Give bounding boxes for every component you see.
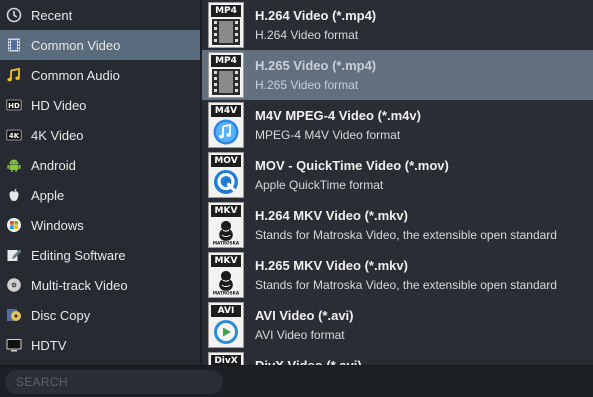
svg-text:MATROSKA: MATROSKA — [213, 291, 240, 296]
tv-icon — [6, 337, 22, 353]
format-icon: AVI — [208, 302, 244, 348]
hd-icon: HD — [6, 97, 22, 113]
format-item[interactable]: MKV MATROSKA H.265 MKV Video (*.mkv) Stands… — [202, 250, 593, 300]
format-title: H.265 Video (*.mp4) — [255, 58, 377, 73]
sidebar-item-label: Apple — [31, 187, 65, 203]
format-description: Apple QuickTime format — [255, 178, 384, 192]
format-description: H.265 Video format — [255, 78, 359, 92]
format-tag: MKV — [211, 205, 241, 217]
format-description: Stands for Matroska Video, the extensibl… — [255, 228, 557, 242]
sidebar-item-windows[interactable]: Windows — [0, 210, 200, 240]
sidebar-item-label: Disc Copy — [31, 307, 91, 323]
format-icon: M4V — [208, 102, 244, 148]
format-title: H.265 MKV Video (*.mkv) — [255, 258, 408, 273]
format-item[interactable]: AVI AVI Video (*.avi) AVI Video format — [202, 300, 593, 350]
format-item[interactable]: MKV MATROSKA H.264 MKV Video (*.mkv) Stands… — [202, 200, 593, 250]
format-item[interactable]: MP4 H.264 Video (*.mp4) H.264 Video format — [202, 0, 593, 50]
disc-icon — [6, 307, 22, 323]
sidebar-item-common-video[interactable]: Common Video — [0, 30, 200, 60]
format-icon: MP4 — [208, 52, 244, 98]
edit-icon — [6, 247, 22, 263]
sidebar-item-recent[interactable]: Recent — [0, 0, 200, 30]
format-icon: MP4 — [208, 2, 244, 48]
sidebar-item-label: Common Audio — [31, 67, 120, 83]
sidebar-item-label: Common Video — [31, 37, 121, 53]
format-title: MOV - QuickTime Video (*.mov) — [255, 158, 449, 173]
sidebar-item-multi-track-video[interactable]: Multi-track Video — [0, 270, 200, 300]
sidebar-item-4k-video[interactable]: 4K 4K Video — [0, 120, 200, 150]
avi-play-icon — [212, 319, 240, 345]
music-note-icon — [6, 67, 22, 83]
svg-text:HD: HD — [8, 102, 20, 110]
sidebar-item-common-audio[interactable]: Common Audio — [0, 60, 200, 90]
sidebar-item-android[interactable]: Android — [0, 150, 200, 180]
format-description: AVI Video format — [255, 328, 345, 342]
format-icon: MKV MATROSKA — [208, 202, 244, 248]
bottom-bar — [0, 365, 593, 397]
windows-icon — [6, 217, 22, 233]
sidebar-item-label: HD Video — [31, 97, 87, 113]
format-tag: M4V — [211, 105, 241, 117]
sidebar-item-label: Windows — [31, 217, 84, 233]
android-icon — [6, 157, 22, 173]
film-strip-icon — [212, 19, 240, 45]
format-icon: MKV MATROSKA — [208, 252, 244, 298]
sidebar-item-editing-software[interactable]: Editing Software — [0, 240, 200, 270]
sidebar-item-label: HDTV — [31, 337, 67, 353]
sidebar-item-label: Multi-track Video — [31, 277, 128, 293]
format-tag: MP4 — [211, 55, 241, 67]
format-tag: MKV — [211, 255, 241, 267]
search-input[interactable] — [5, 370, 223, 394]
sidebar-item-apple[interactable]: Apple — [0, 180, 200, 210]
format-title: H.264 MKV Video (*.mkv) — [255, 208, 408, 223]
svg-text:MATROSKA: MATROSKA — [213, 241, 240, 246]
film-icon — [6, 37, 22, 53]
quicktime-icon — [212, 169, 240, 195]
format-tag: MOV — [211, 155, 241, 167]
format-tag: AVI — [211, 305, 241, 317]
sidebar-item-hd-video[interactable]: HD HD Video — [0, 90, 200, 120]
format-list: MP4 H.264 Video (*.mp4) H.264 Video format… — [202, 0, 593, 365]
format-item[interactable]: M4V M4V MPEG-4 Video (*.m4v) MPEG-4 M4V Vi… — [202, 100, 593, 150]
matroska-icon: MATROSKA — [212, 269, 240, 296]
format-title: M4V MPEG-4 Video (*.m4v) — [255, 108, 421, 123]
format-title: DivX Video (*.avi) — [255, 358, 362, 365]
category-sidebar: Recent Common Video Common Audio HD HD Video… — [0, 0, 201, 365]
format-description: MPEG-4 M4V Video format — [255, 128, 401, 142]
itunes-icon — [212, 119, 240, 145]
clock-icon — [6, 7, 22, 23]
apple-icon — [6, 187, 22, 203]
sidebar-item-hdtv[interactable]: HDTV — [0, 330, 200, 360]
format-item[interactable]: MOV MOV - QuickTime Video (*.mov) Apple Qu… — [202, 150, 593, 200]
format-item[interactable]: MP4 H.265 Video (*.mp4) H.265 Video format — [202, 50, 593, 100]
format-tag: MP4 — [211, 5, 241, 17]
format-tag: DivX — [211, 355, 241, 365]
format-description: H.264 Video format — [255, 28, 359, 42]
format-title: H.264 Video (*.mp4) — [255, 8, 377, 23]
sidebar-item-label: Recent — [31, 7, 73, 23]
matroska-icon: MATROSKA — [212, 219, 240, 246]
multitrack-icon — [6, 277, 22, 293]
sidebar-item-label: Editing Software — [31, 247, 126, 263]
format-title: AVI Video (*.avi) — [255, 308, 354, 323]
film-strip-icon — [212, 69, 240, 95]
sidebar-item-label: Android — [31, 157, 76, 173]
svg-text:4K: 4K — [9, 132, 20, 140]
format-description: Stands for Matroska Video, the extensibl… — [255, 278, 557, 292]
format-icon: DivX — [208, 352, 244, 365]
4k-icon: 4K — [6, 127, 22, 143]
sidebar-item-label: 4K Video — [31, 127, 84, 143]
format-item[interactable]: DivX DivX Video (*.avi) — [202, 350, 593, 365]
sidebar-item-disc-copy[interactable]: Disc Copy — [0, 300, 200, 330]
format-icon: MOV — [208, 152, 244, 198]
